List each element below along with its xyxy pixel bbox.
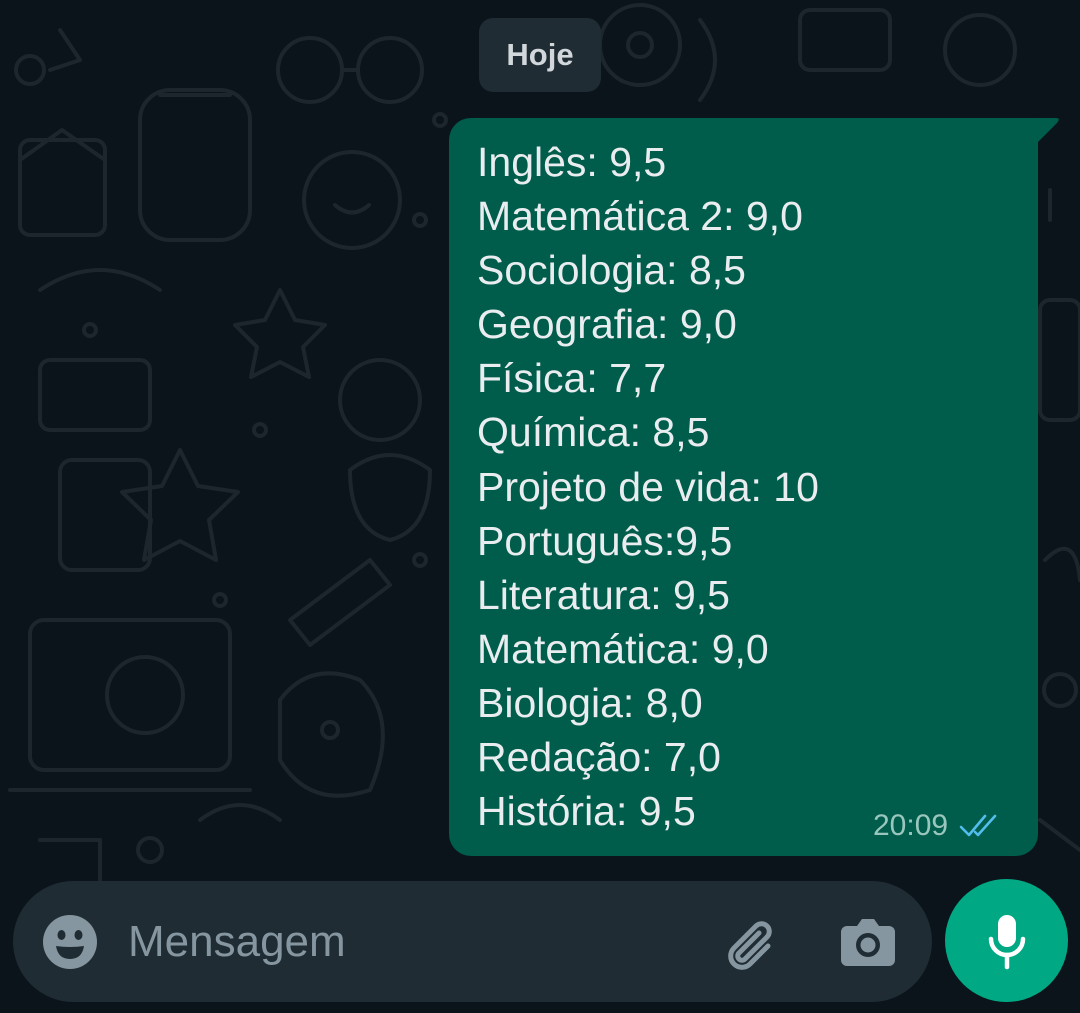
message-line: Sociologia: 8,5	[477, 247, 746, 294]
date-chip-label: Hoje	[506, 37, 574, 72]
message-line: Literatura: 9,5	[477, 571, 730, 618]
paperclip-icon[interactable]	[722, 914, 782, 974]
message-line: Matemática: 9,0	[477, 625, 769, 672]
double-check-read-icon	[959, 814, 997, 837]
message-line: Geografia: 9,0	[477, 301, 737, 348]
message-bubble-tail	[1032, 118, 1059, 142]
message-line: Biologia: 8,0	[477, 679, 703, 726]
message-input[interactable]: Mensagem	[128, 912, 346, 972]
date-chip: Hoje	[479, 18, 601, 92]
message-line: Física: 7,7	[477, 355, 667, 402]
message-time: 20:09	[873, 809, 949, 842]
message-meta: 20:09	[873, 806, 1000, 846]
camera-icon[interactable]	[838, 914, 898, 970]
message-line: Inglês: 9,5	[477, 139, 667, 185]
message-line: História: 9,5	[477, 788, 696, 835]
message-line: Projeto de vida: 10	[477, 463, 819, 510]
microphone-button[interactable]	[945, 879, 1068, 1002]
message-line: Redação: 7,0	[477, 734, 721, 781]
message-line: Matemática 2: 9,0	[477, 193, 803, 240]
emoji-icon[interactable]	[42, 914, 98, 970]
message-line: Português:9,5	[477, 517, 733, 564]
message-text: Inglês: 9,5 Matemática 2: 9,0 Sociologia…	[477, 137, 819, 840]
microphone-icon	[988, 914, 1025, 969]
message-line: Química: 8,5	[477, 409, 710, 456]
